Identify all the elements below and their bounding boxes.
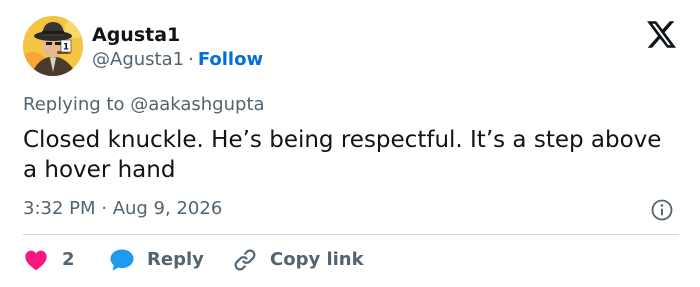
replying-to[interactable]: Replying to @aakashgupta xyxy=(23,94,265,116)
separator-dot: · xyxy=(188,49,194,70)
reply-label: Reply xyxy=(147,249,204,270)
like-button[interactable]: 2 xyxy=(24,247,75,273)
link-icon xyxy=(232,247,258,273)
timestamp[interactable]: 3:32 PM · Aug 9, 2026 xyxy=(23,198,222,220)
heart-icon xyxy=(24,249,48,271)
svg-text:1: 1 xyxy=(63,43,69,53)
avatar[interactable]: 1 xyxy=(23,16,83,76)
tweet-card: 1 Agusta1 @Agusta1 · Follow Replying to @a… xyxy=(0,0,700,287)
author-handle[interactable]: @Agusta1 xyxy=(92,49,184,70)
copy-link-label: Copy link xyxy=(270,249,364,270)
divider xyxy=(23,234,679,235)
reply-button[interactable]: Reply xyxy=(109,247,204,273)
copy-link-button[interactable]: Copy link xyxy=(232,247,364,273)
display-name[interactable]: Agusta1 xyxy=(92,24,180,46)
info-icon[interactable] xyxy=(650,198,674,222)
handle-row: @Agusta1 · Follow xyxy=(92,49,263,71)
tweet-text: Closed knuckle. He’s being respectful. I… xyxy=(23,127,662,183)
x-logo-icon[interactable] xyxy=(647,21,676,48)
follow-button[interactable]: Follow xyxy=(198,49,263,70)
speech-bubble-icon xyxy=(109,248,135,272)
like-count: 2 xyxy=(62,249,75,270)
